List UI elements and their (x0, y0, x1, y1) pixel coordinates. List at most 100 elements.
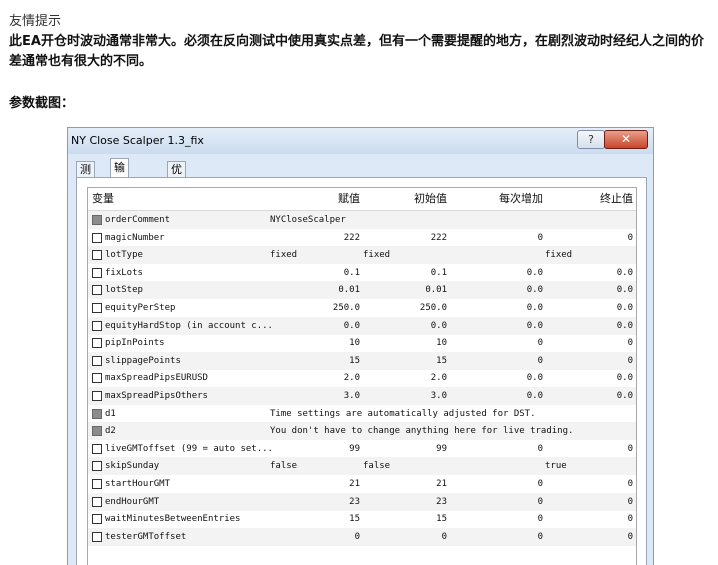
param-step[interactable]: 0 (450, 440, 543, 458)
param-initial[interactable]: false (363, 457, 447, 475)
optimize-checkbox[interactable] (92, 391, 102, 401)
table-row[interactable]: orderComment NYCloseScalper (88, 211, 636, 229)
param-initial[interactable]: 15 (363, 510, 447, 528)
param-value[interactable]: 99 (270, 440, 360, 458)
param-initial[interactable]: 0 (363, 528, 447, 546)
col-value[interactable]: 赋值 (270, 188, 360, 210)
param-initial[interactable]: 2.0 (363, 369, 447, 387)
param-initial[interactable]: 23 (363, 493, 447, 511)
param-value[interactable]: 15 (270, 510, 360, 528)
param-value[interactable]: 2.0 (270, 369, 360, 387)
col-initial[interactable]: 初始值 (363, 188, 447, 210)
param-stop[interactable]: 0 (545, 510, 633, 528)
optimize-checkbox[interactable] (92, 250, 102, 261)
table-row[interactable]: magicNumber 222 222 0 0 (88, 229, 636, 247)
table-row[interactable]: maxSpreadPipsEURUSD 2.0 2.0 0.0 0.0 (88, 369, 636, 387)
param-value[interactable]: 0.1 (270, 264, 360, 282)
param-initial[interactable] (363, 211, 447, 229)
param-step[interactable]: 0 (450, 528, 543, 546)
col-stop[interactable]: 终止值 (545, 188, 633, 210)
table-row[interactable]: endHourGMT 23 23 0 0 (88, 492, 636, 511)
param-value[interactable]: 0 (270, 528, 360, 546)
table-row[interactable]: d2 You don't have to change anything here… (88, 422, 636, 441)
optimize-checkbox[interactable] (92, 496, 102, 507)
param-initial[interactable]: 0.1 (363, 264, 447, 282)
table-row[interactable]: fixLots 0.1 0.1 0.0 0.0 (88, 264, 636, 282)
param-stop[interactable]: 0.0 (545, 317, 633, 335)
dialog-titlebar[interactable]: NY Close Scalper 1.3_fix ? ✕ (68, 128, 653, 154)
optimize-checkbox[interactable] (92, 426, 102, 437)
param-initial[interactable]: 250.0 (363, 299, 447, 317)
param-value[interactable]: 10 (270, 334, 360, 352)
param-step[interactable] (450, 246, 543, 264)
optimize-checkbox[interactable] (92, 267, 102, 278)
param-step[interactable]: 0.0 (450, 299, 543, 317)
optimize-checkbox[interactable] (92, 373, 102, 384)
param-initial[interactable]: 0.01 (363, 281, 447, 299)
table-row[interactable]: equityPerStep 250.0 250.0 0.0 0.0 (88, 299, 636, 317)
param-value[interactable]: 15 (270, 352, 360, 370)
param-step[interactable]: 0.0 (450, 387, 543, 405)
optimize-checkbox[interactable] (92, 285, 102, 296)
table-row[interactable]: waitMinutesBetweenEntries 15 15 0 0 (88, 510, 636, 528)
param-step[interactable]: 0 (450, 510, 543, 528)
optimize-checkbox[interactable] (92, 355, 102, 366)
optimize-checkbox[interactable] (92, 408, 102, 419)
optimize-checkbox[interactable] (92, 461, 102, 472)
param-stop[interactable]: 0 (545, 352, 633, 370)
param-stop[interactable]: fixed (545, 246, 633, 264)
param-initial[interactable]: 21 (363, 475, 447, 493)
param-value[interactable]: 222 (270, 229, 360, 247)
table-row[interactable]: slippagePoints 15 15 0 0 (88, 351, 636, 370)
optimize-checkbox[interactable] (92, 338, 102, 349)
param-step[interactable]: 0 (450, 352, 543, 370)
table-row[interactable]: liveGMToffset (99 = auto set... 99 99 0 0 (88, 440, 636, 458)
table-row[interactable]: pipInPoints 10 10 0 0 (88, 334, 636, 352)
param-step[interactable]: 0.0 (450, 317, 543, 335)
param-initial[interactable]: 10 (363, 334, 447, 352)
param-step[interactable]: 0.0 (450, 264, 543, 282)
table-row[interactable]: equityHardStop (in account c... 0.0 0.0 0.0… (88, 316, 636, 335)
param-initial[interactable]: fixed (363, 246, 447, 264)
param-value[interactable]: 0.0 (270, 317, 360, 335)
optimize-checkbox[interactable] (92, 320, 102, 331)
table-row[interactable]: skipSunday false false true (88, 457, 636, 476)
close-button[interactable]: ✕ (604, 130, 648, 149)
help-button[interactable]: ? (577, 130, 605, 149)
table-row[interactable]: testerGMToffset 0 0 0 0 (88, 527, 636, 546)
param-stop[interactable]: 0 (545, 334, 633, 352)
param-stop[interactable] (545, 211, 633, 229)
param-value[interactable]: 21 (270, 475, 360, 493)
col-step[interactable]: 每次增加 (450, 188, 543, 210)
tab-inputs[interactable]: 输入参数 (110, 158, 129, 228)
param-stop[interactable]: 0.0 (545, 264, 633, 282)
table-row[interactable]: lotStep 0.01 0.01 0.0 0.0 (88, 281, 636, 300)
col-variable[interactable]: 变量 (92, 188, 267, 210)
param-initial[interactable]: 3.0 (363, 387, 447, 405)
param-stop[interactable]: 0.0 (545, 369, 633, 387)
param-stop[interactable]: 0.0 (545, 281, 633, 299)
param-step[interactable]: 0 (450, 493, 543, 511)
param-stop[interactable]: 0 (545, 475, 633, 493)
param-stop[interactable]: 0.0 (545, 387, 633, 405)
param-step[interactable]: 0.0 (450, 281, 543, 299)
optimize-checkbox[interactable] (92, 215, 102, 225)
param-step[interactable]: 0.0 (450, 369, 543, 387)
param-stop[interactable]: true (545, 457, 633, 475)
tab-optimization[interactable]: 优化 (167, 161, 186, 191)
table-row[interactable]: startHourGMT 21 21 0 0 (88, 475, 636, 493)
param-initial[interactable]: 0.0 (363, 317, 447, 335)
param-value[interactable]: 250.0 (270, 299, 360, 317)
param-stop[interactable]: 0.0 (545, 299, 633, 317)
optimize-checkbox[interactable] (92, 479, 102, 489)
param-value[interactable]: NYCloseScalper (270, 211, 360, 229)
table-row[interactable]: lotType fixed fixed fixed (88, 246, 636, 265)
param-value[interactable]: fixed (270, 246, 360, 264)
param-stop[interactable]: 0 (545, 440, 633, 458)
param-value[interactable]: false (270, 457, 360, 475)
param-step[interactable]: 0 (450, 229, 543, 247)
param-step[interactable] (450, 457, 543, 475)
param-stop[interactable]: 0 (545, 493, 633, 511)
param-initial[interactable]: 99 (363, 440, 447, 458)
optimize-checkbox[interactable] (92, 443, 102, 454)
